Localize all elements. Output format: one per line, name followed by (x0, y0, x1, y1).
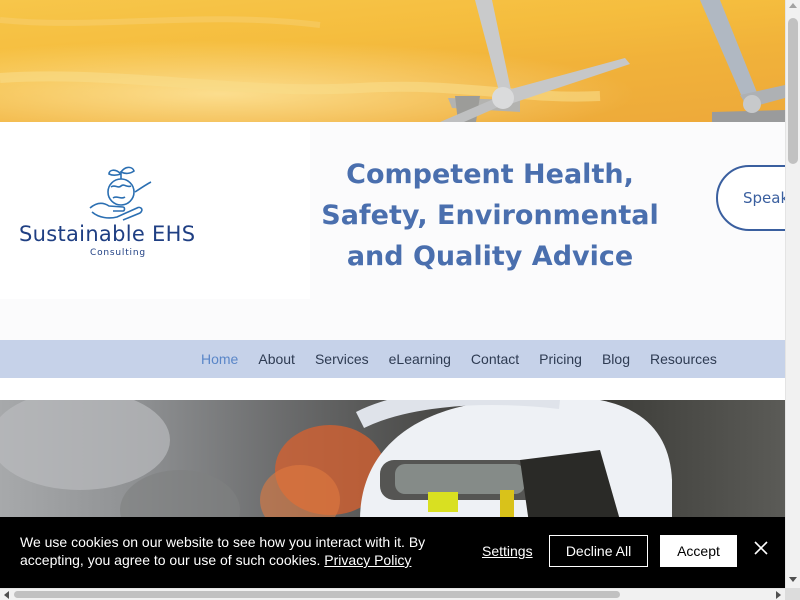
cookie-banner: We use cookies on our website to see how… (0, 517, 785, 588)
accept-button[interactable]: Accept (660, 535, 737, 567)
nav-item-about[interactable]: About (258, 351, 295, 367)
nav-item-elearning[interactable]: eLearning (389, 351, 451, 367)
speak-button[interactable]: Speak (716, 165, 785, 231)
privacy-policy-link[interactable]: Privacy Policy (324, 552, 411, 568)
nav-item-services[interactable]: Services (315, 351, 369, 367)
nav-item-blog[interactable]: Blog (602, 351, 630, 367)
vertical-scrollbar[interactable] (785, 0, 800, 588)
cookie-message: We use cookies on our website to see how… (20, 533, 460, 569)
vertical-scroll-thumb[interactable] (788, 18, 798, 164)
scroll-right-arrow-icon[interactable] (776, 591, 781, 599)
decline-all-button[interactable]: Decline All (549, 535, 648, 567)
scroll-left-arrow-icon[interactable] (4, 591, 9, 599)
scrollbar-corner (785, 588, 800, 600)
page: Sustainable EHS Consulting Competent Hea… (0, 0, 785, 600)
nav-item-contact[interactable]: Contact (471, 351, 519, 367)
nav-item-home[interactable]: Home (201, 351, 238, 367)
nav-item-pricing[interactable]: Pricing (539, 351, 582, 367)
logo-subtext: Consulting (90, 248, 146, 258)
main-nav-bar: Home About Services eLearning Contact Pr… (0, 340, 785, 378)
wind-turbine-graphic (0, 0, 785, 122)
scroll-up-arrow-icon[interactable] (789, 3, 797, 8)
globe-in-hand-icon (89, 166, 152, 221)
main-nav: Home About Services eLearning Contact Pr… (201, 340, 737, 378)
page-title: Competent Health, Safety, Environmental … (321, 159, 659, 272)
nav-item-resources[interactable]: Resources (650, 351, 717, 367)
scroll-down-arrow-icon[interactable] (789, 577, 797, 582)
logo[interactable]: Sustainable EHS Consulting (0, 122, 310, 299)
logo-text: Sustainable EHS (19, 222, 196, 246)
cookie-settings-link[interactable]: Settings (482, 543, 533, 559)
wind-turbine-banner-image (0, 0, 785, 122)
horizontal-scroll-thumb[interactable] (14, 591, 620, 598)
horizontal-scrollbar[interactable] (0, 588, 785, 600)
site-header: Sustainable EHS Consulting Competent Hea… (0, 122, 785, 340)
close-icon[interactable] (752, 539, 770, 557)
